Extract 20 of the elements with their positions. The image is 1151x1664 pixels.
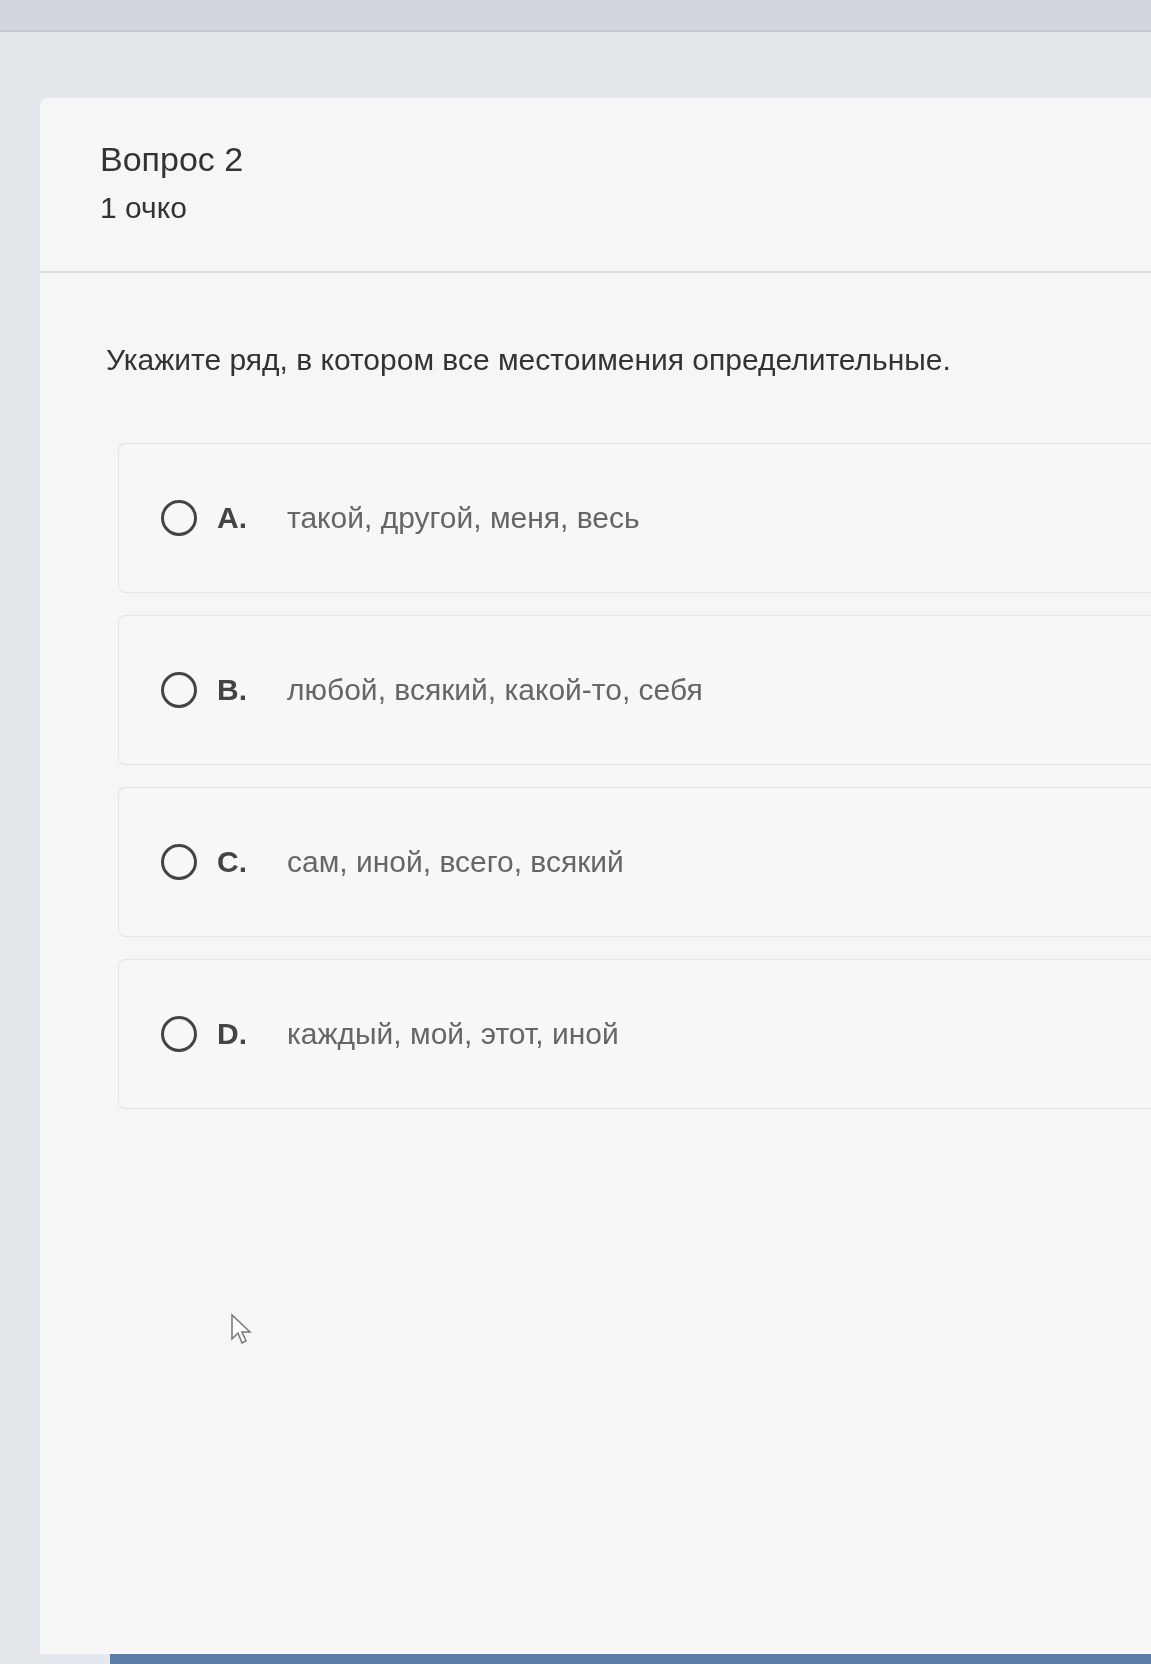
option-text: сам, иной, всего, всякий: [287, 845, 624, 879]
answer-option[interactable]: D. каждый, мой, этот, иной: [118, 959, 1151, 1109]
option-text: каждый, мой, этот, иной: [287, 1017, 619, 1051]
question-points: 1 очко: [100, 191, 188, 225]
answer-option[interactable]: C. сам, иной, всего, всякий: [118, 787, 1151, 937]
option-letter: C.: [217, 845, 248, 879]
radio-button[interactable]: [161, 672, 197, 708]
option-letter: B.: [217, 673, 248, 707]
option-text: любой, всякий, какой-то, себя: [287, 673, 703, 707]
answer-option[interactable]: A. такой, другой, меня, весь: [118, 443, 1151, 593]
option-letter: D.: [217, 1017, 248, 1051]
question-text: Укажите ряд, в котором все местоимения определительные.: [106, 343, 952, 377]
option-text: такой, другой, меня, весь: [287, 501, 640, 535]
radio-button[interactable]: [161, 500, 197, 536]
radio-button[interactable]: [161, 844, 197, 880]
option-letter: A.: [217, 501, 248, 535]
answer-option[interactable]: B. любой, всякий, какой-то, себя: [118, 615, 1151, 765]
radio-button[interactable]: [161, 1016, 197, 1052]
question-number: Вопрос 2: [100, 140, 245, 179]
mouse-pointer-icon: [230, 1313, 252, 1345]
